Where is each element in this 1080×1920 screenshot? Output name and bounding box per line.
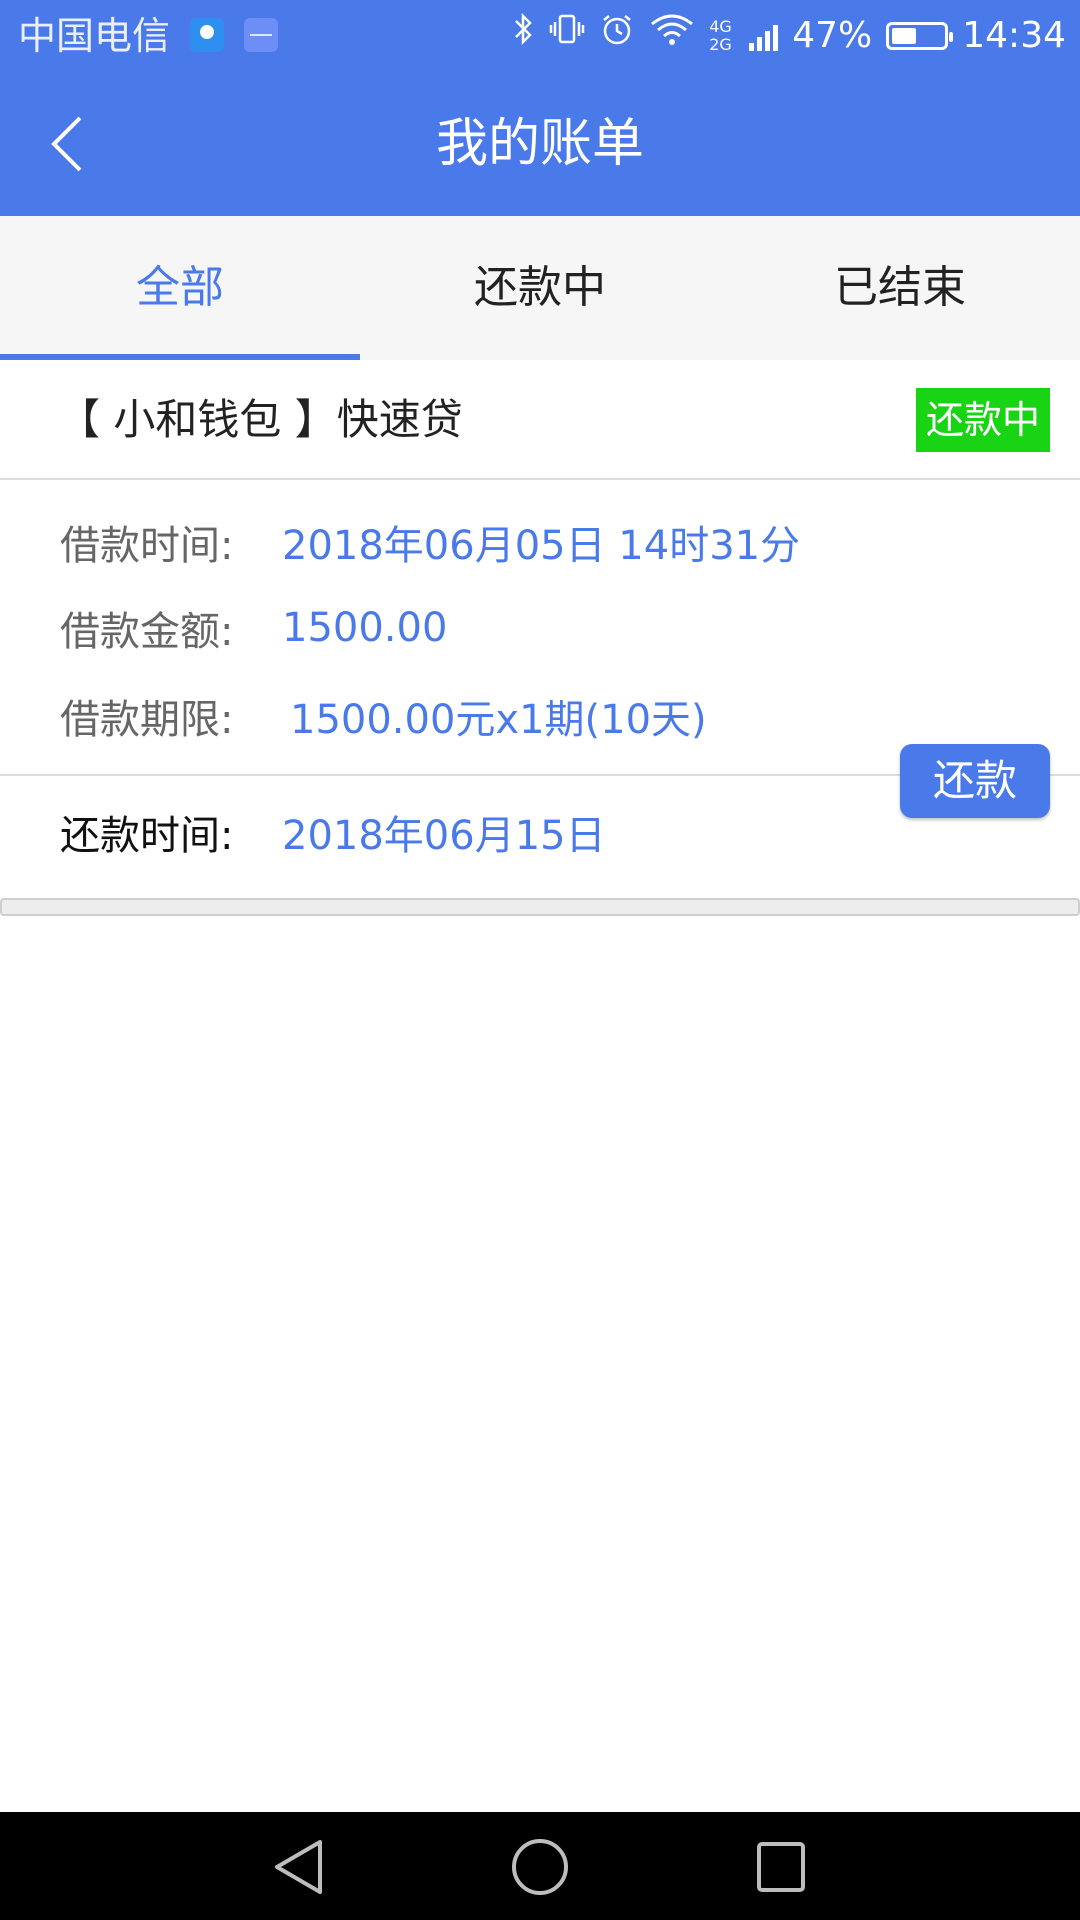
loan-product-name: 【 小和钱包 】快速贷 bbox=[58, 395, 463, 444]
status-icons: 4G 2G 47% 14:34 bbox=[513, 10, 1066, 62]
repay-date-value: 2018年06月15日 bbox=[282, 813, 606, 859]
network-type-label: 4G 2G bbox=[709, 17, 732, 54]
health-app-icon bbox=[244, 18, 278, 52]
nav-home-button[interactable] bbox=[505, 1832, 575, 1902]
loan-term-label: 借款期限: bbox=[60, 697, 234, 743]
carrier-label: 中国电信 bbox=[18, 14, 171, 58]
recent-square-icon bbox=[757, 1842, 805, 1892]
battery-icon bbox=[886, 22, 954, 50]
loan-term-value: 1500.00元x1期(10天) bbox=[290, 697, 707, 743]
page-title: 我的账单 bbox=[435, 114, 644, 174]
repay-time-label: 还款时间: bbox=[60, 813, 234, 859]
loan-amount-value: 1500.00 bbox=[282, 605, 448, 651]
loan-time-value: 2018年06月05日 14时31分 bbox=[282, 523, 801, 569]
battery-percent: 47% bbox=[792, 15, 873, 56]
back-triangle-icon bbox=[275, 1840, 322, 1894]
bluetooth-icon bbox=[513, 10, 535, 62]
map-app-icon bbox=[190, 18, 224, 52]
status-badge: 还款中 bbox=[916, 388, 1050, 452]
repay-button[interactable]: 还款 bbox=[900, 744, 1050, 818]
clock: 14:34 bbox=[962, 15, 1066, 56]
loan-time-row: 借款时间: 2018年06月05日 14时31分 bbox=[60, 512, 800, 572]
loan-time-label: 借款时间: bbox=[60, 523, 234, 569]
nav-back-button[interactable] bbox=[265, 1832, 335, 1902]
tab-finished[interactable]: 已结束 bbox=[720, 216, 1080, 360]
loan-card[interactable]: 【 小和钱包 】快速贷 还款中 借款时间: 2018年06月05日 14时31分… bbox=[0, 360, 1080, 920]
card-bottom-divider bbox=[0, 898, 1080, 916]
loan-card-header: 【 小和钱包 】快速贷 还款中 bbox=[0, 360, 1080, 480]
loan-amount-row: 借款金额: 1500.00 bbox=[60, 598, 447, 658]
battery-fill bbox=[892, 28, 916, 44]
app-header: 我的账单 bbox=[0, 72, 1080, 216]
vibrate-icon bbox=[549, 10, 585, 62]
home-circle-icon bbox=[512, 1839, 568, 1895]
tab-repaying[interactable]: 还款中 bbox=[360, 216, 720, 360]
status-bar: 中国电信 4G 2G 47% 14:34 bbox=[0, 0, 1080, 72]
loan-term-row: 借款期限: 1500.00元x1期(10天) bbox=[60, 686, 707, 746]
nav-recent-button[interactable] bbox=[745, 1832, 815, 1902]
loan-amount-label: 借款金额: bbox=[60, 609, 234, 655]
navigation-bar bbox=[0, 1812, 1080, 1920]
signal-icon bbox=[749, 21, 779, 51]
alarm-icon bbox=[599, 10, 635, 62]
wifi-icon bbox=[649, 10, 695, 62]
bill-tabs: 全部 还款中 已结束 bbox=[0, 216, 1080, 360]
tab-all[interactable]: 全部 bbox=[0, 216, 360, 360]
